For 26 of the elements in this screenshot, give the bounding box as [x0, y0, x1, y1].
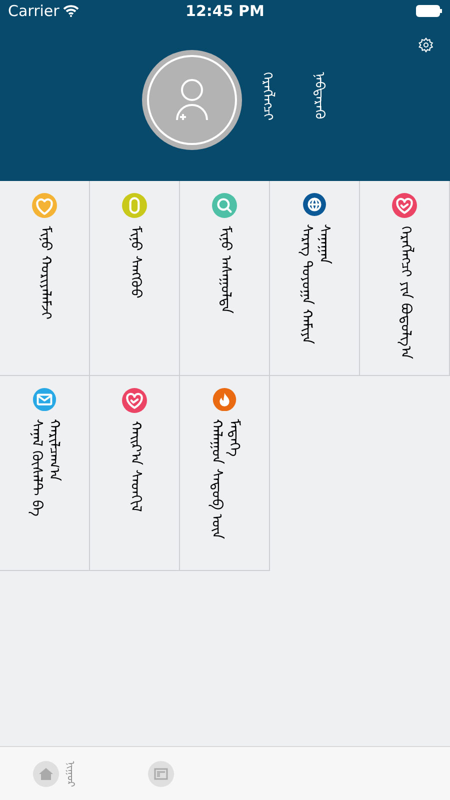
menu-tile[interactable]: ᠮᠢᠨᠦ ᠬᠤᠷᠢᠶᠠᠯᠠᠮᠵᠢ	[0, 181, 90, 376]
menu-label: ᠬᠠᠯᠠᠭᠤᠨ ᠰᠡᠳᠦᠪ ᠦᠨ ᠮᠡᠳᠡᠭᠡ	[208, 419, 242, 542]
battery-icon	[416, 5, 442, 17]
home-icon	[38, 766, 54, 782]
menu-label: ᠰᠡᠷᠡᠭ ᠲᠤᠶᠤᠭᠠ ᠬᠠᠮᠢᠶᠠ ᠰᠠᠨᠠᠭᠠᠨ	[298, 224, 332, 346]
menu-tile[interactable]: ᠮᠢᠨᠦ ᠰᠠᠩᠬᠦᠦ	[90, 181, 180, 376]
clock-time: 12:45 PM	[186, 0, 264, 22]
menu-label: ᠮᠢᠨᠦ ᠰᠠᠩᠬᠦᠦ	[126, 226, 144, 298]
menu-tile[interactable]: ᠬᠠᠯᠠᠭᠤᠨ ᠰᠡᠳᠦᠪ ᠦᠨ ᠮᠡᠳᠡᠭᠡ	[180, 376, 270, 571]
carrier-label: Carrier	[8, 0, 60, 22]
menu-label: ᠬᠡᠷᠡᠭᠯᠡᠭᠴᠢ ᠶᠢᠨ ᠪᠣᠳᠣᠯᠭ᠎ᠠ	[396, 226, 414, 359]
menu-tile[interactable]: ᠬᠡᠷᠡᠭᠯᠡᠭᠴᠢ ᠶᠢᠨ ᠪᠣᠳᠣᠯᠭ᠎ᠠ	[360, 181, 450, 376]
settings-icon[interactable]	[418, 37, 434, 53]
menu-tile[interactable]: ᠰᠠᠨᠠᠯ ᠬᠦᠰᠡᠯᠲ ᠪᠠ ᠬᠠᠷᠢᠯᠴᠠᠭ᠎ᠠ	[0, 376, 90, 571]
tab-label: ᠨᠢᠭᠤᠷ	[64, 760, 76, 786]
menu-label: ᠮᠢᠨᠦ ᠠᠰᠠᠭᠤᠯᠲᠠ	[216, 226, 234, 314]
menu-tile[interactable]: ᠰᠡᠷᠡᠭ ᠲᠤᠶᠤᠭᠠ ᠬᠠᠮᠢᠶᠠ ᠰᠠᠨᠠᠭᠠᠨ	[270, 181, 360, 376]
menu-tile[interactable]: ᠬᠠᠢᠷ᠎ᠠ ᠰᠡᠳᠬᠢᠯ	[90, 376, 180, 571]
menu-label: ᠮᠢᠨᠦ ᠬᠤᠷᠢᠶᠠᠯᠠᠮᠵᠢ	[36, 226, 54, 320]
user-name: ᠬᠡᠷᠡᠭᠯᠡᠭᠴᠢ	[258, 72, 274, 121]
login-link[interactable]: ᠨᠡᠪᠲᠡᠷᠡᠬᠦ	[310, 72, 326, 119]
menu-label: ᠰᠠᠨᠠᠯ ᠬᠦᠰᠡᠯᠲ ᠪᠠ ᠬᠠᠷᠢᠯᠴᠠᠭ᠎ᠠ	[28, 419, 62, 518]
wifi-icon	[63, 5, 80, 17]
news-icon	[152, 766, 168, 782]
menu-tile[interactable]: ᠮᠢᠨᠦ ᠠᠰᠠᠭᠤᠯᠲᠠ	[180, 181, 270, 376]
menu-label: ᠬᠠᠢᠷ᠎ᠠ ᠰᠡᠳᠬᠢᠯ	[126, 421, 144, 512]
